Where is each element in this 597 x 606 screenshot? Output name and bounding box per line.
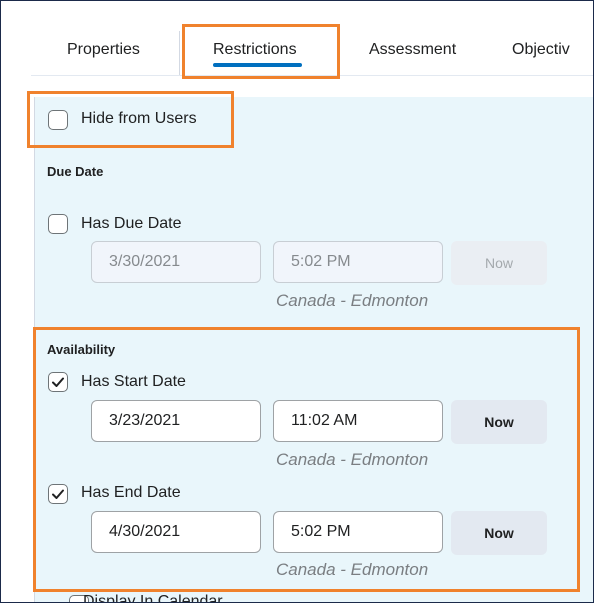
- tab-restrictions[interactable]: Restrictions: [213, 41, 297, 59]
- end-timezone: Canada - Edmonton: [276, 560, 429, 579]
- tab-divider: [179, 31, 180, 76]
- start-date-input[interactable]: 3/23/2021: [91, 400, 261, 442]
- has-end-date-checkbox[interactable]: [48, 484, 68, 504]
- hide-from-users-label: Hide from Users: [81, 110, 197, 127]
- panel-border: [34, 97, 35, 602]
- tab-objectives[interactable]: Objectiv: [512, 41, 570, 59]
- checkmark-icon: [52, 377, 64, 387]
- checkmark-icon: [52, 489, 64, 499]
- start-now-button[interactable]: Now: [451, 400, 547, 444]
- tab-assessment[interactable]: Assessment: [369, 41, 456, 59]
- start-time-input[interactable]: 11:02 AM: [273, 400, 443, 442]
- availability-heading: Availability: [47, 342, 116, 357]
- has-due-date-checkbox[interactable]: [48, 214, 68, 234]
- due-timezone: Canada - Edmonton: [276, 291, 429, 310]
- restrictions-dialog: Properties Restrictions Assessment Objec…: [0, 0, 594, 603]
- has-start-date-checkbox[interactable]: [48, 372, 68, 392]
- end-now-button[interactable]: Now: [451, 511, 547, 555]
- end-date-input[interactable]: 4/30/2021: [91, 511, 261, 553]
- has-end-date-label: Has End Date: [81, 484, 181, 501]
- start-timezone: Canada - Edmonton: [276, 450, 429, 469]
- tab-baseline: [31, 75, 593, 76]
- tab-properties[interactable]: Properties: [67, 41, 140, 59]
- end-time-input[interactable]: 5:02 PM: [273, 511, 443, 553]
- has-due-date-label: Has Due Date: [81, 215, 182, 232]
- hide-from-users-checkbox[interactable]: [48, 110, 68, 130]
- due-time-input[interactable]: 5:02 PM: [273, 241, 443, 283]
- due-date-heading: Due Date: [47, 164, 104, 179]
- has-start-date-label: Has Start Date: [81, 373, 186, 390]
- display-in-calendar-label: Display In Calendar: [83, 593, 223, 603]
- active-tab-indicator: [213, 63, 302, 67]
- due-now-button[interactable]: Now: [451, 241, 547, 285]
- due-date-input[interactable]: 3/30/2021: [91, 241, 261, 283]
